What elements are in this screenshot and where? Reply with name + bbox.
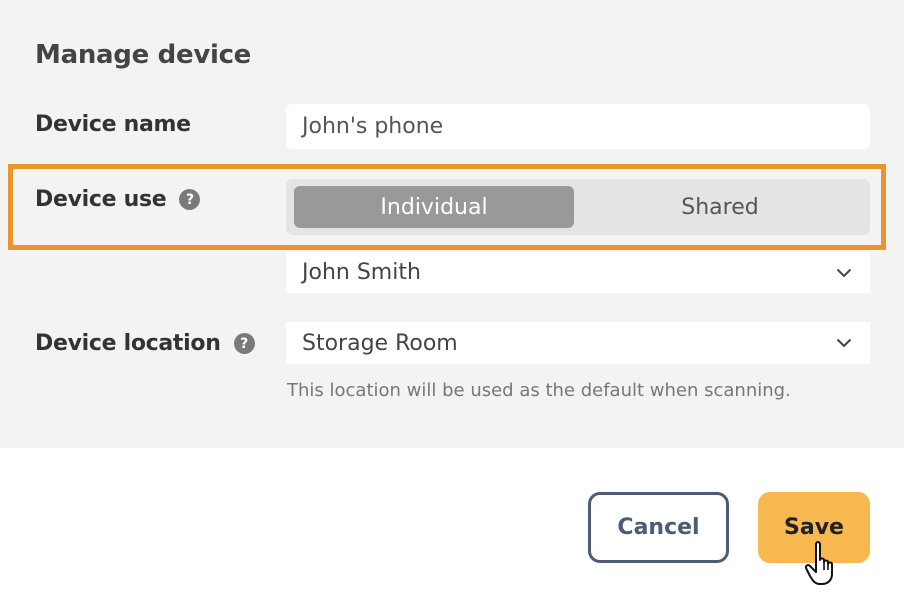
device-location-label: Device location ? (35, 331, 255, 356)
device-location-helper-text: This location will be used as the defaul… (287, 380, 791, 401)
device-location-select[interactable]: Storage Room (286, 322, 870, 364)
device-name-value: John's phone (302, 114, 444, 139)
page-title: Manage device (35, 40, 252, 70)
device-name-label-text: Device name (35, 112, 191, 137)
chevron-down-icon (836, 268, 852, 277)
question-mark-icon[interactable]: ? (233, 333, 255, 354)
cancel-button[interactable]: Cancel (588, 492, 729, 563)
assignee-value: John Smith (302, 260, 421, 285)
assignee-select[interactable]: John Smith (286, 252, 870, 293)
device-use-highlight-frame (8, 164, 886, 250)
chevron-down-icon (836, 338, 852, 348)
device-location-label-text: Device location (35, 331, 221, 356)
hand-pointer-cursor-icon (804, 541, 833, 585)
device-location-value: Storage Room (302, 330, 458, 356)
device-name-label: Device name (35, 112, 191, 137)
device-name-input[interactable]: John's phone (286, 104, 870, 149)
